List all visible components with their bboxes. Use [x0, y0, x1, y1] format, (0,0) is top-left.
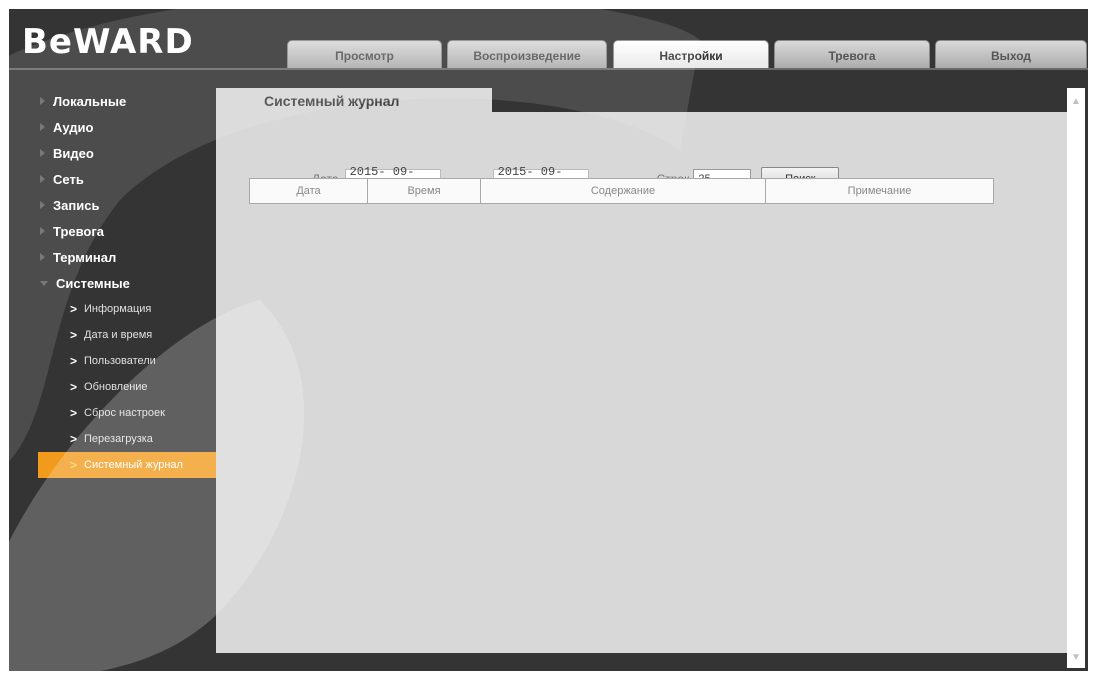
sidebar: Локальные Аудио Видео Сеть Запись Тревог… — [38, 88, 220, 478]
sidebar-item-label: Запись — [53, 197, 100, 213]
tab-logout[interactable]: Выход — [935, 40, 1087, 70]
sidebar-subitem-reboot[interactable]: > Перезагрузка — [40, 426, 220, 452]
sidebar-item-label: Локальные — [53, 93, 127, 109]
sidebar-subitem-syslog[interactable]: > Системный журнал — [38, 452, 216, 478]
triangle-down-icon — [40, 280, 48, 286]
sidebar-subitem-info[interactable]: > Информация — [40, 296, 220, 322]
column-header-note[interactable]: Примечание — [765, 178, 994, 204]
sidebar-item-label: Видео — [53, 145, 94, 161]
triangle-right-icon — [40, 149, 45, 157]
tab-playback[interactable]: Воспроизведение — [447, 40, 607, 70]
sidebar-subitem-label: Перезагрузка — [84, 433, 153, 445]
triangle-right-icon — [40, 201, 45, 209]
brand-logo: BeWARD — [22, 22, 194, 62]
tabbar-divider — [9, 68, 1088, 70]
chevron-right-icon: > — [70, 354, 78, 368]
triangle-right-icon — [40, 123, 45, 131]
tab-view[interactable]: Просмотр — [287, 40, 442, 70]
chevron-right-icon: > — [70, 458, 78, 472]
sidebar-subitem-label: Пользователи — [84, 355, 156, 367]
vertical-scrollbar[interactable]: ▲ ▼ — [1067, 88, 1085, 668]
sidebar-subitem-users[interactable]: > Пользователи — [40, 348, 220, 374]
column-header-date[interactable]: Дата — [249, 178, 368, 204]
sidebar-subitem-label: Сброс настроек — [84, 407, 165, 419]
log-table: Дата Время Содержание Примечание — [249, 178, 994, 204]
chevron-right-icon: > — [70, 406, 78, 420]
sidebar-subitem-label: Дата и время — [84, 329, 153, 341]
chevron-right-icon: > — [70, 432, 78, 446]
table-header-row: Дата Время Содержание Примечание — [249, 178, 994, 204]
triangle-right-icon — [40, 253, 45, 261]
sidebar-item-label: Тревога — [53, 223, 105, 239]
page-title: Системный журнал — [216, 88, 492, 114]
sidebar-item-alarm[interactable]: Тревога — [40, 218, 220, 244]
sidebar-subitem-update[interactable]: > Обновление — [40, 374, 220, 400]
sidebar-item-system[interactable]: Системные — [40, 270, 220, 296]
sidebar-item-label: Аудио — [53, 119, 94, 135]
sidebar-item-network[interactable]: Сеть — [40, 166, 220, 192]
sidebar-subitem-label: Системный журнал — [84, 459, 183, 471]
sidebar-item-video[interactable]: Видео — [40, 140, 220, 166]
sidebar-subitem-datetime[interactable]: > Дата и время — [40, 322, 220, 348]
scroll-up-icon[interactable]: ▲ — [1067, 92, 1085, 110]
sidebar-item-audio[interactable]: Аудио — [40, 114, 220, 140]
sidebar-item-label: Системные — [56, 275, 130, 291]
tab-alarm[interactable]: Тревога — [774, 40, 930, 70]
tab-settings[interactable]: Настройки — [613, 40, 769, 70]
sidebar-item-local[interactable]: Локальные — [40, 88, 220, 114]
sidebar-subitem-label: Информация — [84, 303, 152, 315]
triangle-right-icon — [40, 175, 45, 183]
sidebar-subitem-reset[interactable]: > Сброс настроек — [40, 400, 220, 426]
chevron-right-icon: > — [70, 380, 78, 394]
sidebar-item-label: Терминал — [53, 249, 117, 265]
triangle-right-icon — [40, 227, 45, 235]
sidebar-item-record[interactable]: Запись — [40, 192, 220, 218]
chevron-right-icon: > — [70, 328, 78, 342]
column-header-time[interactable]: Время — [367, 178, 481, 204]
sidebar-item-label: Сеть — [53, 171, 84, 187]
sidebar-item-terminal[interactable]: Терминал — [40, 244, 220, 270]
chevron-right-icon: > — [70, 302, 78, 316]
sidebar-subitem-label: Обновление — [84, 381, 148, 393]
column-header-content[interactable]: Содержание — [480, 178, 766, 204]
triangle-right-icon — [40, 97, 45, 105]
scroll-down-icon[interactable]: ▼ — [1067, 648, 1085, 666]
